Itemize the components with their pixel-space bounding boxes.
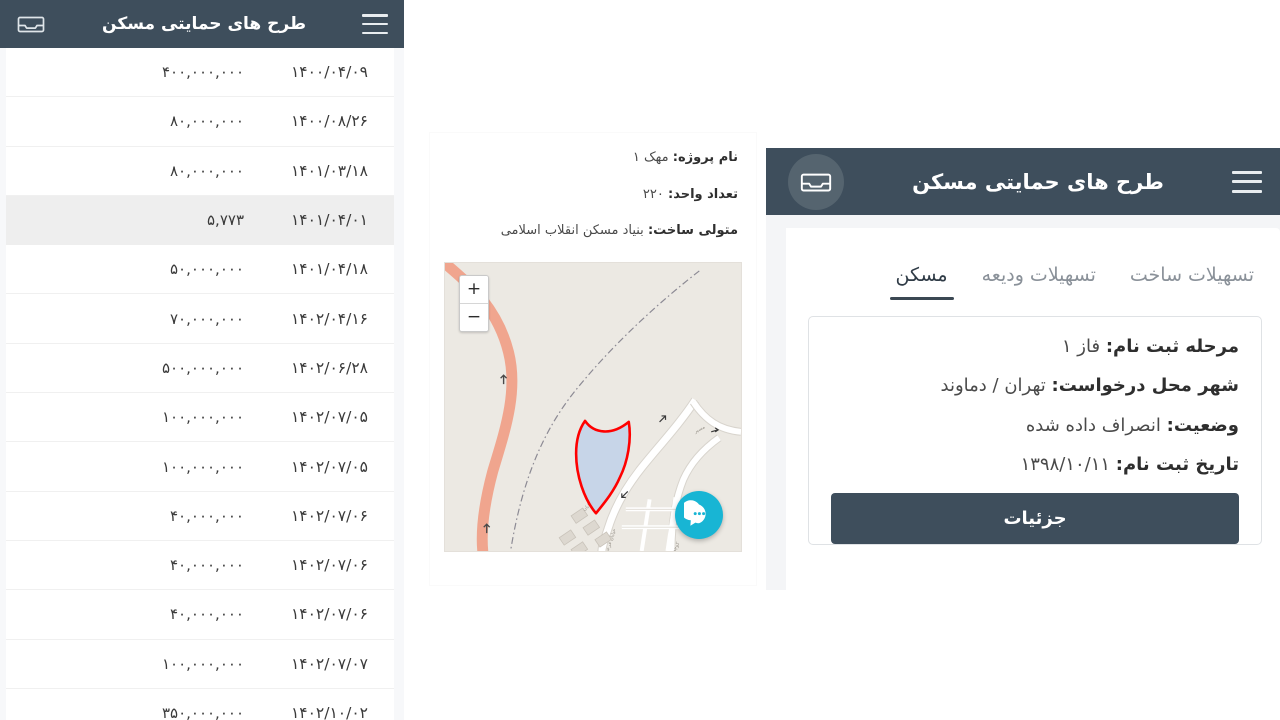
project-name-value: مهک ۱ [632,150,669,165]
transaction-date: ۱۴۰۲/۰۷/۰۵ [290,408,368,427]
city-label: شهر محل درخواست: [1051,375,1239,397]
hamburger-line [362,22,388,26]
left-transactions-panel: طرح های حمایتی مسکن ۱۴۰۰/۰۴/۰۹ ۴۰۰,۰۰۰,۰۰… [0,0,404,720]
right-housing-panel: طرح های حمایتی مسکن تسهیلات ساخت تسهیلات … [766,148,1280,590]
transaction-amount: ۴۰,۰۰۰,۰۰۰ [170,605,244,624]
transaction-amount: ۱۰۰,۰۰۰,۰۰۰ [161,457,244,476]
transaction-amount: ۴۰۰,۰۰۰,۰۰۰ [161,63,244,82]
transaction-date: ۱۴۰۲/۰۷/۰۵ [290,457,368,476]
transaction-date: ۱۴۰۲/۰۷/۰۶ [290,556,368,575]
table-row[interactable]: ۱۴۰۲/۰۷/۰۵ ۱۰۰,۰۰۰,۰۰۰ [6,393,394,443]
right-panel-content: تسهیلات ساخت تسهیلات ودیعه مسکن مرحله ثبت … [786,228,1280,590]
tab-active[interactable]: مسکن [889,264,954,300]
transaction-date: ۱۴۰۱/۰۴/۱۸ [290,260,368,279]
table-row[interactable]: ۱۴۰۲/۰۷/۰۷ ۱۰۰,۰۰۰,۰۰۰ [6,640,394,689]
app-title: طرح های حمایتی مسکن [912,169,1164,194]
project-name-line: نام پروژه: مهک ۱ [444,149,738,167]
stage-line: مرحله ثبت نام: فاز ۱ [831,335,1239,358]
table-row[interactable]: ۱۴۰۲/۰۷/۰۶ ۴۰,۰۰۰,۰۰۰ [6,492,394,541]
transaction-amount: ۴۰,۰۰۰,۰۰۰ [170,556,244,575]
transaction-amount: ۷۰,۰۰۰,۰۰۰ [170,309,244,328]
stage-value: فاز ۱ [1061,336,1101,357]
status-badge: انصراف داده شده [1025,414,1161,436]
details-button[interactable]: جزئیات [831,492,1239,544]
table-row[interactable]: ۱۴۰۰/۰۸/۲۶ ۸۰,۰۰۰,۰۰۰ [6,97,394,147]
transaction-date: ۱۴۰۰/۰۸/۲۶ [290,112,368,131]
builder-label: متولی ساخت: [647,223,738,239]
hamburger-line [362,14,388,17]
city-value: تهران / دماوند [940,375,1046,397]
app-bar-actions [16,11,46,37]
transaction-date: ۱۴۰۲/۱۰/۰۲ [290,704,368,720]
inbox-tray-icon[interactable] [788,153,845,210]
transactions-table[interactable]: ۱۴۰۰/۰۴/۰۹ ۴۰۰,۰۰۰,۰۰۰ ۱۴۰۰/۰۸/۲۶ ۸۰,۰۰۰,۰۰… [6,48,394,720]
chat-bubble-icon[interactable] [675,490,723,539]
builder-line: متولی ساخت: بنیاد مسکن انقلاب اسلامی [444,222,738,240]
transaction-amount: ۵,۷۷۳ [207,211,244,230]
status-label: وضعیت: [1166,414,1239,436]
transaction-amount: ۵۰۰,۰۰۰,۰۰۰ [161,358,244,377]
transaction-date: ۱۴۰۱/۰۳/۱۸ [290,161,368,180]
screen-root: طرح های حمایتی مسکن ۱۴۰۰/۰۴/۰۹ ۴۰۰,۰۰۰,۰۰… [0,0,1280,720]
transaction-amount: ۳۵۰,۰۰۰,۰۰۰ [161,704,244,720]
project-name-label: نام پروژه: [672,150,738,165]
hamburger-line [1232,180,1262,183]
unit-count-label: تعداد واحد: [668,186,738,202]
hamburger-menu-icon[interactable] [1232,170,1262,193]
parcel-map[interactable]: خیابان خیابان فرعی کوچه مسیر + − [444,261,742,552]
table-row[interactable]: ۱۴۰۱/۰۴/۰۱ ۵,۷۷۳ [6,195,394,246]
transaction-date: ۱۴۰۲/۰۷/۰۶ [290,506,368,525]
map-zoom-in-button[interactable]: + [460,275,488,304]
hamburger-line [362,31,388,34]
registration-detail-card: مرحله ثبت نام: فاز ۱ شهر محل درخواست: ته… [808,316,1262,545]
table-row[interactable]: ۱۴۰۲/۰۴/۱۶ ۷۰,۰۰۰,۰۰۰ [6,294,394,344]
tab-bar[interactable]: تسهیلات ساخت تسهیلات ودیعه مسکن [786,228,1280,300]
right-app-bar: طرح های حمایتی مسکن [766,148,1280,215]
project-info-block: نام پروژه: مهک ۱ تعداد واحد: ۲۲۰ متولی س… [430,133,756,246]
panel-right-edge [394,48,404,720]
app-title: طرح های حمایتی مسکن [102,14,306,34]
transaction-amount: ۵۰,۰۰۰,۰۰۰ [170,260,244,279]
unit-count-line: تعداد واحد: ۲۲۰ [444,186,738,204]
transaction-date: ۱۴۰۲/۰۶/۲۸ [290,358,368,377]
hamburger-line [1232,170,1262,174]
transaction-date: ۱۴۰۲/۰۷/۰۶ [290,605,368,624]
transaction-amount: ۸۰,۰۰۰,۰۰۰ [170,161,244,180]
city-line: شهر محل درخواست: تهران / دماوند [831,374,1239,397]
stage-label: مرحله ثبت نام: [1105,336,1239,357]
table-row[interactable]: ۱۴۰۲/۰۷/۰۶ ۴۰,۰۰۰,۰۰۰ [6,541,394,591]
project-info-panel: نام پروژه: مهک ۱ تعداد واحد: ۲۲۰ متولی س… [430,133,756,585]
transaction-amount: ۱۰۰,۰۰۰,۰۰۰ [161,408,244,427]
table-row[interactable]: ۱۴۰۲/۰۷/۰۵ ۱۰۰,۰۰۰,۰۰۰ [6,442,394,492]
map-zoom-out-button[interactable]: − [460,303,488,331]
registration-date-label: تاریخ ثبت نام: [1115,454,1239,476]
transaction-date: ۱۴۰۰/۰۴/۰۹ [290,63,368,82]
tab-item[interactable]: تسهیلات ساخت [1130,264,1254,300]
table-row[interactable]: ۱۴۰۲/۰۷/۰۶ ۴۰,۰۰۰,۰۰۰ [6,590,394,640]
table-row[interactable]: ۱۴۰۲/۰۶/۲۸ ۵۰۰,۰۰۰,۰۰۰ [6,344,394,394]
left-app-bar: طرح های حمایتی مسکن [0,0,404,48]
table-row[interactable]: ۱۴۰۲/۱۰/۰۲ ۳۵۰,۰۰۰,۰۰۰ [6,689,394,720]
builder-value: بنیاد مسکن انقلاب اسلامی [500,223,644,239]
registration-date-value: ۱۳۹۸/۱۰/۱۱ [1020,454,1111,476]
transaction-date: ۱۴۰۱/۰۴/۰۱ [290,211,368,230]
hamburger-menu-icon[interactable] [362,14,388,34]
table-row[interactable]: ۱۴۰۰/۰۴/۰۹ ۴۰۰,۰۰۰,۰۰۰ [6,48,394,98]
transaction-amount: ۱۰۰,۰۰۰,۰۰۰ [161,654,244,673]
tab-item[interactable]: تسهیلات ودیعه [982,264,1096,300]
map-zoom-controls[interactable]: + − [459,274,489,332]
transaction-date: ۱۴۰۲/۰۷/۰۷ [290,654,368,673]
status-line: وضعیت: انصراف داده شده [831,414,1239,437]
transaction-amount: ۸۰,۰۰۰,۰۰۰ [170,112,244,131]
unit-count-value: ۲۲۰ [642,186,664,202]
inbox-tray-icon[interactable] [16,11,46,37]
hamburger-line [1232,189,1262,193]
registration-date-line: تاریخ ثبت نام: ۱۳۹۸/۱۰/۱۱ [831,453,1239,476]
transaction-date: ۱۴۰۲/۰۴/۱۶ [290,309,368,328]
transaction-amount: ۴۰,۰۰۰,۰۰۰ [170,506,244,525]
table-row[interactable]: ۱۴۰۱/۰۳/۱۸ ۸۰,۰۰۰,۰۰۰ [6,147,394,196]
table-row[interactable]: ۱۴۰۱/۰۴/۱۸ ۵۰,۰۰۰,۰۰۰ [6,245,394,295]
